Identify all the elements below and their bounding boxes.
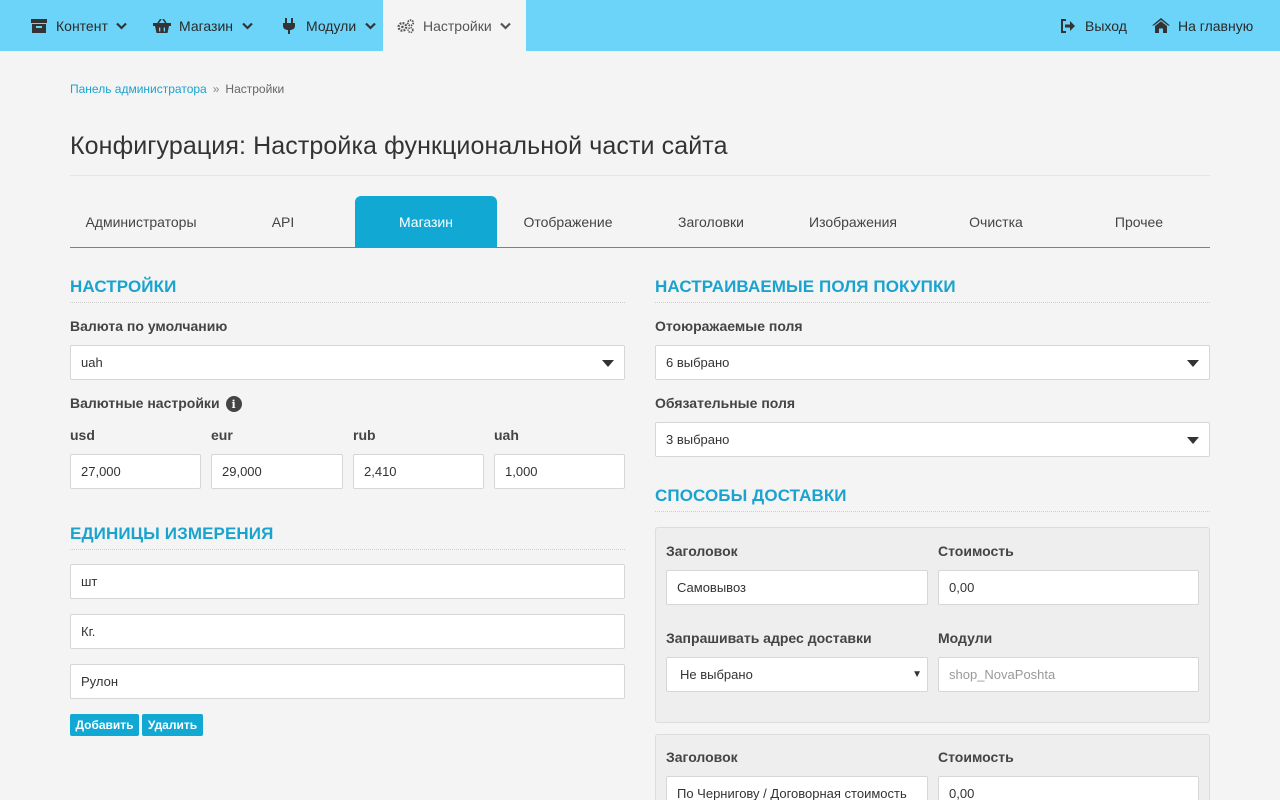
sign-out-icon (1059, 17, 1077, 35)
settings-tabs: Администраторы API Магазин Отображение З… (70, 196, 1210, 248)
page-title: Конфигурация: Настройка функциональной ч… (70, 132, 728, 160)
delivery-section-title: СПОСОБЫ ДОСТАВКИ (655, 486, 847, 505)
unit-input[interactable]: Кг. (70, 614, 625, 649)
rate-code-uah: uah (494, 427, 519, 443)
delivery-cost-input[interactable]: 0,00 (938, 570, 1199, 605)
chevron-down-icon (500, 20, 512, 32)
delivery-cost-label: Стоимость (938, 749, 1014, 765)
nav-logout[interactable]: Выход (1059, 0, 1127, 51)
nav-settings-label: Настройки (423, 17, 492, 34)
caret-down-icon (602, 360, 614, 367)
currency-label: Валюта по умолчанию (70, 318, 228, 334)
delivery-cost-input[interactable]: 0,00 (938, 776, 1199, 800)
tab-headers[interactable]: Заголовки (640, 196, 782, 247)
rate-code-rub: rub (353, 427, 376, 443)
section-divider (655, 302, 1210, 303)
breadcrumb: Панель администратора » Настройки (70, 82, 284, 96)
nav-shop[interactable]: Магазин (153, 0, 253, 51)
required-fields-value: 3 выбрано (666, 432, 730, 447)
breadcrumb-current: Настройки (225, 82, 285, 96)
nav-content-label: Контент (56, 17, 108, 34)
plug-icon (280, 17, 298, 35)
caret-down-icon (1187, 360, 1199, 367)
delivery-modules-input[interactable]: shop_NovaPoshta (938, 657, 1199, 692)
info-icon[interactable]: i (225, 396, 242, 413)
breadcrumb-separator: » (212, 82, 220, 96)
rate-input-eur[interactable]: 29,000 (211, 454, 343, 489)
nav-settings[interactable]: Настройки (383, 0, 526, 51)
gears-icon (397, 17, 415, 35)
rate-code-usd: usd (70, 427, 95, 443)
tab-display[interactable]: Отображение (497, 196, 639, 247)
tab-api[interactable]: API (212, 196, 354, 247)
shown-fields-label: Отоюражаемые поля (655, 318, 803, 334)
settings-section-title: НАСТРОЙКИ (70, 277, 177, 296)
rate-input-usd[interactable]: 27,000 (70, 454, 201, 489)
nav-logout-label: Выход (1085, 17, 1127, 34)
delivery-modules-label: Модули (938, 630, 993, 646)
delivery-title-input[interactable]: Самовывоз (666, 570, 928, 605)
nav-shop-label: Магазин (179, 17, 234, 34)
delivery-address-value: Не выбрано (680, 667, 753, 682)
required-fields-label: Обязательные поля (655, 395, 796, 411)
rates-label: Валютные настройки i (70, 395, 242, 413)
nav-modules-label: Модули (306, 17, 357, 34)
purchase-fields-section-title: НАСТРАИВАЕМЫЕ ПОЛЯ ПОКУПКИ (655, 277, 956, 296)
section-divider (70, 302, 625, 303)
rate-code-eur: eur (211, 427, 233, 443)
caret-down-icon: ▼ (912, 669, 922, 680)
nav-content[interactable]: Контент (30, 0, 128, 51)
currency-select-value: uah (81, 355, 103, 370)
section-divider (655, 511, 1210, 512)
tab-other[interactable]: Прочее (1068, 196, 1210, 247)
basket-icon (153, 17, 171, 35)
tab-cleanup[interactable]: Очистка (925, 196, 1067, 247)
rate-input-uah[interactable]: 1,000 (494, 454, 625, 489)
shown-fields-select[interactable]: 6 выбрано (655, 345, 1210, 380)
nav-modules[interactable]: Модули (280, 0, 376, 51)
home-icon (1152, 17, 1170, 35)
required-fields-select[interactable]: 3 выбрано (655, 422, 1210, 457)
delivery-method-card (655, 527, 1210, 723)
delivery-address-label: Запрашивать адрес доставки (666, 630, 872, 646)
rates-label-text: Валютные настройки (70, 395, 220, 411)
rate-input-rub[interactable]: 2,410 (353, 454, 484, 489)
chevron-down-icon (116, 20, 128, 32)
caret-down-icon (1187, 437, 1199, 444)
remove-unit-button[interactable]: Удалить (142, 714, 203, 736)
tab-images[interactable]: Изображения (782, 196, 924, 247)
tab-administrators[interactable]: Администраторы (70, 196, 212, 247)
section-divider (70, 549, 625, 550)
title-divider (70, 175, 1210, 176)
delivery-cost-label: Стоимость (938, 543, 1014, 559)
unit-input[interactable]: Рулон (70, 664, 625, 699)
shown-fields-value: 6 выбрано (666, 355, 730, 370)
breadcrumb-admin-link[interactable]: Панель администратора (70, 82, 207, 96)
nav-home-label: На главную (1178, 17, 1254, 34)
unit-input[interactable]: шт (70, 564, 625, 599)
delivery-address-select[interactable]: Не выбрано ▼ (666, 657, 928, 692)
archive-icon (30, 17, 48, 35)
delivery-title-input[interactable]: По Чернигову / Договорная стоимость (666, 776, 928, 800)
chevron-down-icon (241, 20, 253, 32)
delivery-title-label: Заголовок (666, 543, 738, 559)
nav-home[interactable]: На главную (1152, 0, 1253, 51)
tab-shop[interactable]: Магазин (355, 196, 497, 247)
add-unit-button[interactable]: Добавить (70, 714, 139, 736)
currency-select[interactable]: uah (70, 345, 625, 380)
units-section-title: ЕДИНИЦЫ ИЗМЕРЕНИЯ (70, 524, 274, 543)
chevron-down-icon (364, 20, 376, 32)
delivery-title-label: Заголовок (666, 749, 738, 765)
top-navbar: Контент Магазин Модули Настройки Выход Н… (0, 0, 1280, 51)
